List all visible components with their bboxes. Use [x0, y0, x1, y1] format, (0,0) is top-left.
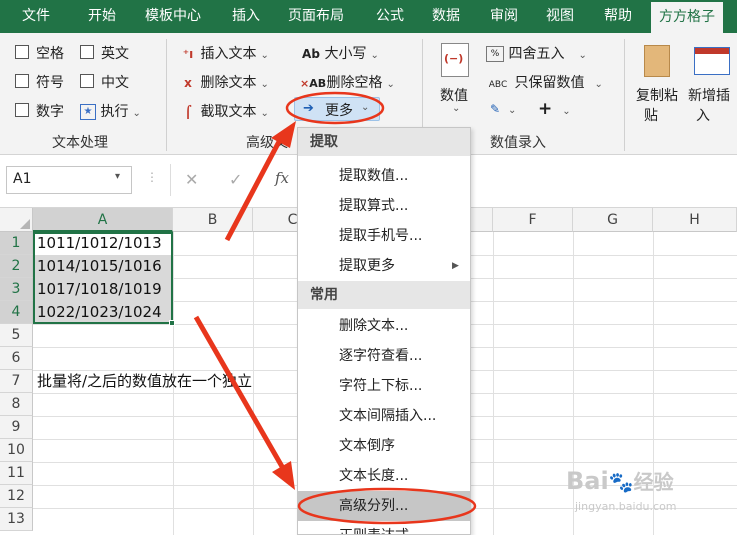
- baidu-watermark: Bai🐾经验: [566, 466, 674, 495]
- arrowhead-down: [272, 461, 295, 490]
- paw-icon: 🐾: [608, 470, 634, 494]
- watermark-url: jingyan.baidu.com: [575, 500, 677, 513]
- annotation-overlay: [193, 91, 477, 525]
- arrow-up-annotation: [224, 134, 285, 242]
- arrow-down-annotation: [193, 315, 287, 472]
- highlight-ring-advanced-split: [297, 487, 477, 525]
- arrowhead-up: [271, 121, 296, 148]
- watermark-brand: Bai: [566, 467, 609, 495]
- highlight-ring-more: [285, 91, 385, 125]
- watermark-brand2: 经验: [633, 470, 674, 494]
